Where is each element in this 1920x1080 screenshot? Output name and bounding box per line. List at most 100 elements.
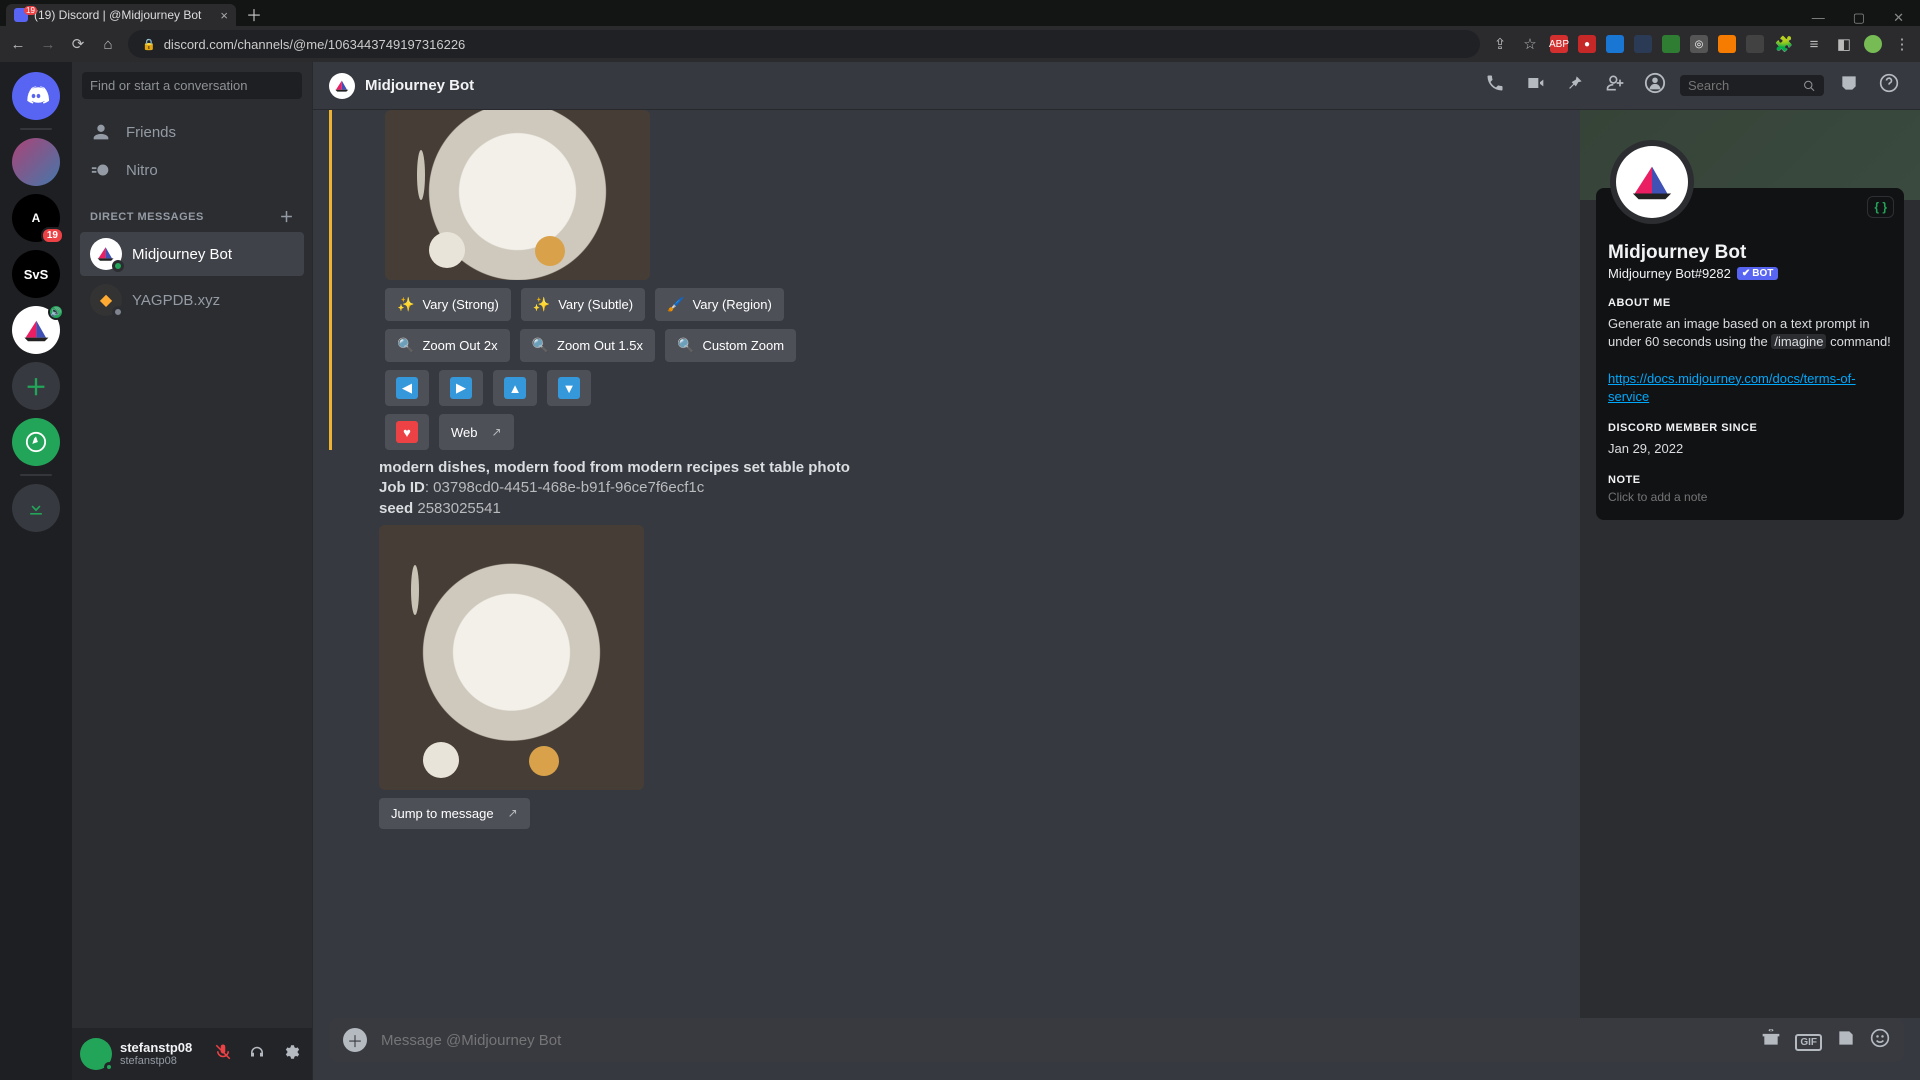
self-names[interactable]: stefanstp08 stefanstp08	[120, 1041, 202, 1067]
button-label: Web	[451, 425, 478, 440]
arrow-left-icon: ◀	[396, 377, 418, 399]
arrow-down-icon: ▼	[558, 377, 580, 399]
share-icon[interactable]: ⇪	[1490, 35, 1510, 53]
minimize-icon[interactable]: —	[1812, 10, 1825, 26]
pan-right-button[interactable]: ▶	[439, 370, 483, 406]
explore-servers-button[interactable]	[12, 418, 60, 466]
reload-button[interactable]: ⟳	[68, 35, 88, 53]
vary-region-button[interactable]: 🖌️Vary (Region)	[655, 288, 784, 321]
extension-icon[interactable]: ◎	[1690, 35, 1708, 53]
voice-call-button[interactable]	[1480, 73, 1510, 98]
download-apps-button[interactable]	[12, 484, 60, 532]
address-bar[interactable]: 🔒 discord.com/channels/@me/1063443749197…	[128, 30, 1480, 58]
guild-item[interactable]: SvS	[12, 250, 60, 298]
sidepanel-icon[interactable]: ◧	[1834, 35, 1854, 53]
message-input[interactable]	[381, 1032, 1747, 1049]
back-button[interactable]: ←	[8, 36, 28, 53]
gif-button[interactable]: GIF	[1795, 1030, 1822, 1050]
extension-icon[interactable]	[1718, 35, 1736, 53]
help-icon	[1879, 73, 1899, 93]
status-online-icon	[112, 260, 124, 272]
search-input[interactable]	[1680, 75, 1824, 96]
pan-down-button[interactable]: ▼	[547, 370, 591, 406]
user-profile-button[interactable]	[1640, 72, 1670, 99]
create-dm-button[interactable]: ＋	[280, 207, 295, 227]
seed-value: 2583025541	[413, 500, 501, 517]
note-input[interactable]	[1608, 490, 1892, 504]
bot-chip: ✔ BOT	[1737, 267, 1779, 280]
tos-link[interactable]: https://docs.midjourney.com/docs/terms-o…	[1608, 371, 1856, 404]
discord-home-button[interactable]	[12, 72, 60, 120]
search-field[interactable]	[1688, 78, 1803, 93]
dm-item-midjourney[interactable]: Midjourney Bot	[80, 232, 304, 276]
video-icon	[1525, 73, 1545, 93]
arrow-right-icon: ▶	[450, 377, 472, 399]
chat-header: Midjourney Bot	[313, 62, 1920, 110]
add-friends-button[interactable]	[1600, 73, 1630, 98]
dm-avatar	[90, 238, 122, 270]
reply-indicator	[329, 110, 332, 450]
zoom-out-1-5x-button[interactable]: 🔍Zoom Out 1.5x	[520, 329, 655, 362]
friends-nav[interactable]: Friends	[80, 113, 304, 151]
video-call-button[interactable]	[1520, 73, 1550, 98]
vary-strong-button[interactable]: ✨Vary (Strong)	[385, 288, 511, 321]
extension-icon[interactable]	[1606, 35, 1624, 53]
zoom-out-2x-button[interactable]: 🔍Zoom Out 2x	[385, 329, 510, 362]
extension-icon[interactable]	[1662, 35, 1680, 53]
close-tab-icon[interactable]: ×	[220, 8, 228, 23]
browser-tab[interactable]: (19) Discord | @Midjourney Bot ×	[6, 4, 236, 26]
generated-image[interactable]	[379, 525, 644, 790]
reading-list-icon[interactable]: ≡	[1804, 36, 1824, 53]
attach-button[interactable]: ＋	[343, 1028, 367, 1052]
abp-extension-icon[interactable]: ABP	[1550, 35, 1568, 53]
guild-separator	[20, 128, 52, 130]
deafen-button[interactable]	[244, 1043, 270, 1065]
profile-avatar-icon[interactable]	[1864, 35, 1882, 53]
help-button[interactable]	[1874, 73, 1904, 98]
user-settings-button[interactable]	[278, 1043, 304, 1065]
find-conversation-input[interactable]: Find or start a conversation	[82, 72, 302, 99]
yagpdb-avatar-icon: ◆	[100, 290, 112, 310]
inbox-button[interactable]	[1834, 73, 1864, 98]
maximize-icon[interactable]: ▢	[1853, 10, 1865, 26]
gift-icon	[1761, 1028, 1781, 1048]
button-label: Jump to message	[391, 806, 494, 821]
self-avatar[interactable]	[80, 1038, 112, 1070]
mute-mic-button[interactable]	[210, 1043, 236, 1065]
message-list[interactable]: ✨Vary (Strong) ✨Vary (Subtle) 🖌️Vary (Re…	[313, 110, 1580, 1018]
guild-item[interactable]	[12, 138, 60, 186]
guild-item[interactable]: A19	[12, 194, 60, 242]
vary-subtle-button[interactable]: ✨Vary (Subtle)	[521, 288, 645, 321]
extension-icon[interactable]	[1634, 35, 1652, 53]
member-since-heading: DISCORD MEMBER SINCE	[1608, 422, 1892, 434]
bookmark-icon[interactable]: ☆	[1520, 35, 1540, 53]
home-button[interactable]: ⌂	[98, 36, 118, 53]
member-since-value: Jan 29, 2022	[1608, 440, 1892, 458]
phone-icon	[1485, 73, 1505, 93]
profile-avatar[interactable]	[1610, 140, 1694, 224]
add-server-button[interactable]: ＋	[12, 362, 60, 410]
guild-item[interactable]: 🔊	[12, 306, 60, 354]
self-username: stefanstp08	[120, 1041, 202, 1055]
favorite-button[interactable]: ♥	[385, 414, 429, 450]
close-window-icon[interactable]: ✕	[1893, 10, 1904, 26]
extension-icon[interactable]: ●	[1578, 35, 1596, 53]
sticker-button[interactable]	[1836, 1028, 1856, 1053]
emoji-button[interactable]	[1870, 1028, 1890, 1053]
web-button[interactable]: Web↗	[439, 414, 514, 450]
jump-to-message-button[interactable]: Jump to message↗	[379, 798, 530, 829]
pan-up-button[interactable]: ▲	[493, 370, 537, 406]
generated-image[interactable]	[385, 110, 650, 280]
extensions-icon[interactable]: 🧩	[1774, 35, 1794, 53]
new-tab-button[interactable]: ＋	[246, 2, 262, 26]
nitro-nav[interactable]: Nitro	[80, 151, 304, 189]
pinned-messages-button[interactable]	[1560, 73, 1590, 98]
voice-indicator-icon: 🔊	[48, 304, 64, 320]
forward-button[interactable]: →	[38, 36, 58, 53]
gift-button[interactable]	[1761, 1028, 1781, 1053]
dm-item-yagpdb[interactable]: ◆ YAGPDB.xyz	[80, 278, 304, 322]
custom-zoom-button[interactable]: 🔍Custom Zoom	[665, 329, 796, 362]
pan-left-button[interactable]: ◀	[385, 370, 429, 406]
extension-icon[interactable]	[1746, 35, 1764, 53]
chrome-menu-icon[interactable]: ⋮	[1892, 35, 1912, 53]
